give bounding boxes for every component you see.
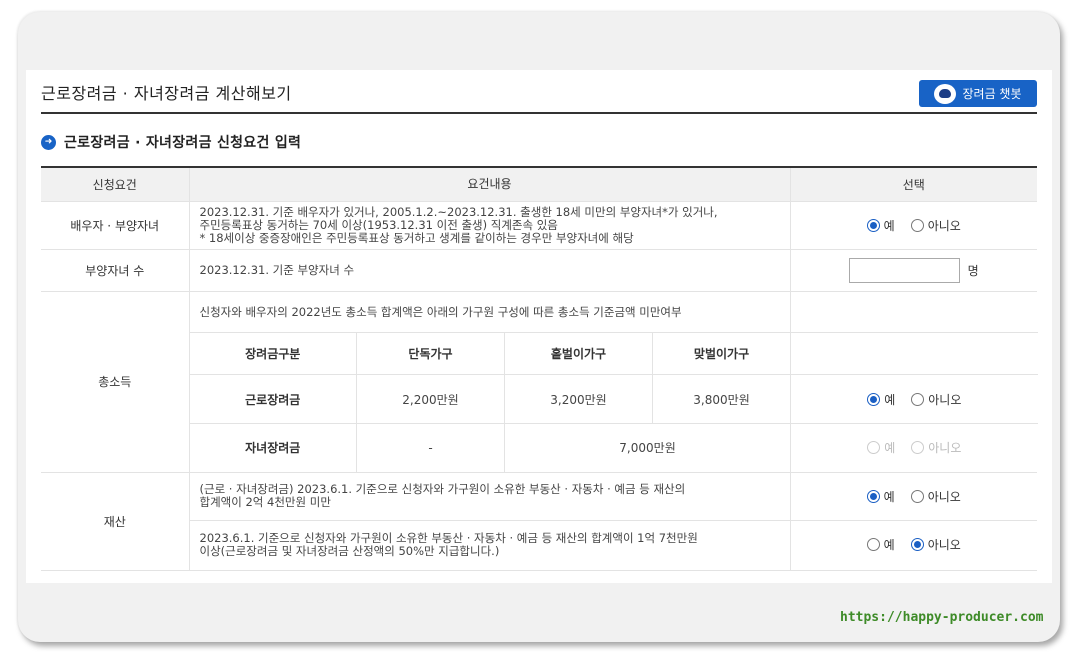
header-requirement: 신청요건 — [41, 167, 190, 202]
income-child-yes-radio[interactable] — [867, 440, 881, 454]
children-unit: 명 — [967, 263, 979, 278]
income-work-yes-radio[interactable] — [867, 392, 881, 406]
income-header-type: 장려금구분 — [189, 332, 357, 375]
row-content-assets-a: (근로 · 자녀장려금) 2023.6.1. 기준으로 신청자와 가구원이 소유… — [189, 472, 791, 521]
watermark-url: https://happy-producer.com — [840, 610, 1044, 625]
section-heading: ➜ 근로장려금 · 자녀장려금 신청요건 입력 — [41, 132, 301, 152]
assets-a-line-2: 합계액이 2억 4천만원 미만 — [199, 495, 331, 509]
row-select-assets-b: 예 아니오 — [790, 520, 1037, 571]
income-work-single: 2,200만원 — [356, 374, 505, 424]
section-title: 근로장려금 · 자녀장려금 신청요건 입력 — [64, 135, 302, 151]
table-row: 배우자 · 부양자녀 2023.12.31. 기준 배우자가 있거나, 2005… — [41, 201, 1037, 250]
income-header-two-earner: 맞벌이가구 — [652, 332, 792, 375]
income-child-yes-label[interactable]: 예 — [884, 439, 895, 456]
header-select: 선택 — [790, 167, 1037, 202]
income-header-one-earner: 홑벌이가구 — [504, 332, 653, 375]
title-row: 근로장려금 · 자녀장려금 계산해보기 장려금 챗봇 — [41, 78, 1037, 114]
assets-b-no-radio[interactable] — [910, 538, 924, 551]
assets-a-no-radio[interactable] — [910, 489, 924, 503]
assets-b-yes-label[interactable]: 예 — [884, 536, 895, 553]
table-row: 부양자녀 수 2023.12.31. 기준 부양자녀 수 명 — [41, 249, 1037, 292]
income-child-single: - — [356, 423, 505, 472]
income-work-no-label[interactable]: 아니오 — [928, 391, 961, 408]
spouse-line-1: 2023.12.31. 기준 배우자가 있거나, 2005.1.2.~2023.… — [199, 204, 718, 219]
income-child-no-radio[interactable] — [911, 440, 925, 454]
row-content-assets-b: 2023.6.1. 기준으로 신청자와 가구원이 소유한 부동산 · 자동차 ·… — [189, 520, 791, 571]
header-content: 요건내용 — [189, 167, 791, 202]
row-select-assets-a: 예 아니오 — [790, 472, 1037, 521]
arrow-right-circle-icon: ➜ — [41, 134, 56, 150]
spouse-line-2: 주민등록표상 동거하는 70세 이상(1953.12.31 이전 출생) 직계존… — [199, 217, 558, 232]
assets-a-yes-radio[interactable] — [866, 489, 880, 503]
income-child-radio-group: 예 아니오 — [867, 439, 961, 456]
assets-b-yes-radio[interactable] — [866, 538, 880, 551]
spouse-line-3: * 18세이상 중증장애인은 주민등록표상 동거하고 생계를 같이하는 경우만 … — [199, 230, 634, 245]
row-label-assets: 재산 — [41, 472, 190, 571]
robot-icon — [934, 83, 957, 104]
assets-b-no-label[interactable]: 아니오 — [928, 536, 961, 553]
children-count-input[interactable] — [848, 257, 960, 283]
spouse-no-label[interactable]: 아니오 — [928, 217, 961, 234]
income-work-yes-label[interactable]: 예 — [884, 391, 895, 408]
assets-b-radio-group: 예 아니오 — [866, 536, 961, 553]
table-header-row: 신청요건 요건내용 선택 — [41, 167, 1037, 202]
chatbot-button[interactable]: 장려금 챗봇 — [919, 80, 1037, 107]
page-title: 근로장려금 · 자녀장려금 계산해보기 — [41, 84, 292, 103]
table-row: 재산 (근로 · 자녀장려금) 2023.6.1. 기준으로 신청자와 가구원이… — [41, 472, 1037, 571]
row-label-income: 총소득 — [41, 291, 190, 473]
income-child-combined: 7,000만원 — [504, 423, 792, 472]
row-label-spouse: 배우자 · 부양자녀 — [41, 201, 190, 250]
income-table: 신청자와 배우자의 2022년도 총소득 합계액은 아래의 가구원 구성에 따른… — [189, 291, 1038, 472]
income-work-two-earner: 3,800만원 — [652, 374, 792, 424]
spouse-radio-group: 예 아니오 — [866, 217, 961, 234]
income-work-no-radio[interactable] — [911, 392, 925, 406]
income-work-one-earner: 3,200만원 — [504, 374, 653, 424]
row-content-children: 2023.12.31. 기준 부양자녀 수 — [189, 249, 791, 292]
spouse-yes-radio[interactable] — [866, 218, 880, 232]
assets-a-no-label[interactable]: 아니오 — [928, 488, 961, 505]
requirements-table: 신청요건 요건내용 선택 배우자 · 부양자녀 2023.12.31. 기준 배… — [41, 166, 1038, 571]
income-child-select: 예 아니오 — [791, 424, 1038, 472]
assets-b-line-2: 이상(근로장려금 및 자녀장려금 산정액의 50%만 지급합니다.) — [199, 544, 500, 558]
assets-a-radio-group: 예 아니오 — [866, 488, 961, 505]
row-select-spouse: 예 아니오 — [790, 201, 1037, 250]
row-content-income: 신청자와 배우자의 2022년도 총소득 합계액은 아래의 가구원 구성에 따른… — [189, 291, 1038, 473]
income-intro: 신청자와 배우자의 2022년도 총소득 합계액은 아래의 가구원 구성에 따른… — [189, 291, 792, 333]
chatbot-button-label: 장려금 챗봇 — [962, 87, 1022, 101]
spouse-yes-label[interactable]: 예 — [884, 217, 895, 234]
row-label-children: 부양자녀 수 — [41, 249, 190, 292]
income-child-no-label[interactable]: 아니오 — [928, 439, 961, 456]
income-work-name: 근로장려금 — [189, 374, 357, 424]
spouse-no-radio[interactable] — [910, 218, 924, 232]
income-header-single: 단독가구 — [356, 332, 505, 375]
assets-a-yes-label[interactable]: 예 — [884, 488, 895, 505]
income-work-select: 예 아니오 — [790, 374, 1038, 424]
row-content-spouse: 2023.12.31. 기준 배우자가 있거나, 2005.1.2.~2023.… — [189, 201, 791, 250]
income-child-name: 자녀장려금 — [189, 423, 357, 472]
income-work-radio-group: 예 아니오 — [867, 391, 961, 408]
row-select-children: 명 — [790, 249, 1037, 292]
table-row: 총소득 신청자와 배우자의 2022년도 총소득 합계액은 아래의 가구원 구성… — [41, 291, 1038, 473]
table-row: 2023.6.1. 기준으로 신청자와 가구원이 소유한 부동산 · 자동차 ·… — [41, 520, 1037, 571]
